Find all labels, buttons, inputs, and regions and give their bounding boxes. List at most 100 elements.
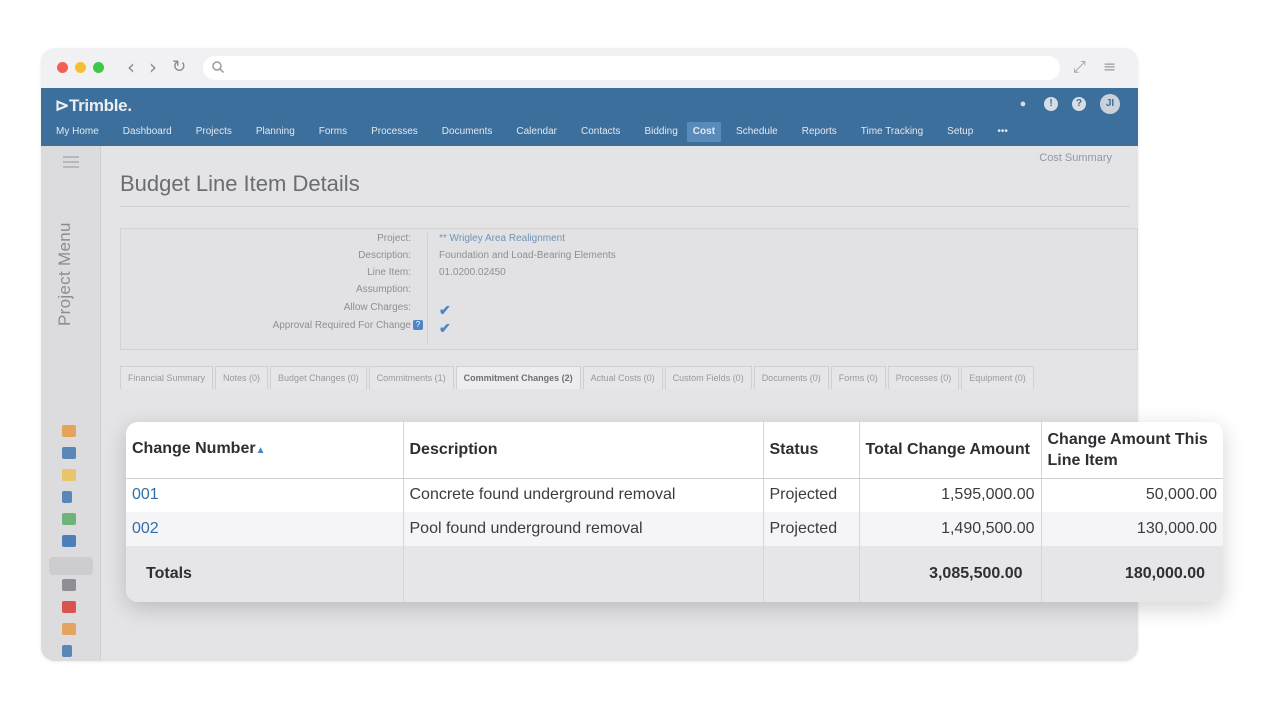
help-icon[interactable]: ?: [1072, 97, 1086, 111]
reload-icon[interactable]: ↻: [172, 56, 186, 78]
hamburger-icon[interactable]: [63, 156, 79, 171]
menu-item[interactable]: Forms: [304, 122, 356, 142]
detail-value: Foundation and Load-Bearing Elements: [439, 250, 616, 261]
search-icon[interactable]: ●: [1016, 97, 1030, 111]
info-icon[interactable]: !: [1044, 97, 1058, 111]
menu-item[interactable]: Documents: [427, 122, 502, 142]
tab[interactable]: Financial Summary: [120, 366, 214, 389]
detail-tabs: Financial Summary Notes (0) Budget Changes…: [120, 366, 1036, 389]
menu-item[interactable]: Calendar: [501, 122, 566, 142]
contacts-icon[interactable]: [62, 623, 76, 635]
briefcase-icon[interactable]: [62, 425, 76, 437]
expand-icon[interactable]: ⤢: [1073, 57, 1086, 77]
menu-item[interactable]: My Home: [41, 122, 108, 142]
tab[interactable]: Custom Fields (0): [664, 366, 752, 389]
project-menu-label[interactable]: Project Menu: [55, 222, 75, 326]
detail-label: Approval Required For Change: [272, 320, 411, 331]
tab[interactable]: Forms (0): [830, 366, 886, 389]
trimble-logo[interactable]: ⊳Trimble.: [55, 96, 132, 116]
detail-label: Project:: [377, 233, 411, 244]
tab[interactable]: Equipment (0): [961, 366, 1034, 389]
header-label: Change Number: [132, 440, 256, 458]
menu-item[interactable]: Bidding: [629, 122, 686, 142]
menu-item[interactable]: Planning: [241, 122, 304, 142]
column-header-status[interactable]: Status: [763, 422, 860, 479]
avatar[interactable]: JI: [1100, 94, 1120, 114]
menu-item[interactable]: Reports: [787, 122, 846, 142]
column-header-change-amount-line-item[interactable]: Change Amount This Line Item: [1041, 422, 1223, 479]
change-number-link[interactable]: 002: [126, 512, 404, 546]
tab[interactable]: Documents (0): [753, 366, 829, 389]
totals-empty-cell: [763, 546, 860, 602]
close-window-button[interactable]: [57, 62, 68, 73]
totals-empty-cell: [403, 546, 764, 602]
title-divider: [120, 206, 1130, 207]
tab[interactable]: Commitment Changes (2): [455, 366, 581, 389]
column-header-description[interactable]: Description: [403, 422, 764, 479]
cost-summary-link[interactable]: Cost Summary: [1039, 152, 1112, 164]
tab[interactable]: Budget Changes (0): [270, 366, 367, 389]
total-change-cell: 1,490,500.00: [859, 512, 1042, 546]
address-bar[interactable]: [203, 56, 1060, 80]
menu-item[interactable]: Setup: [932, 122, 982, 142]
search-icon: [212, 61, 225, 74]
browser-chrome: ‹ › ↻ ⤢ ≡: [41, 48, 1138, 88]
minimize-window-button[interactable]: [75, 62, 86, 73]
project-sidebar: Project Menu: [41, 146, 101, 661]
column-header-total-change-amount[interactable]: Total Change Amount: [859, 422, 1042, 479]
detail-row: Assumption:: [121, 284, 1138, 302]
help-icon[interactable]: ?: [413, 320, 423, 330]
detail-label: Description:: [358, 250, 411, 261]
commitment-changes-card: Change Number▲ Description Status Total …: [126, 422, 1223, 602]
column-header-change-number[interactable]: Change Number▲: [126, 422, 404, 479]
card-icon[interactable]: [62, 579, 76, 591]
menu-item[interactable]: Dashboard: [108, 122, 181, 142]
network-icon[interactable]: [62, 491, 72, 503]
forms-icon[interactable]: [62, 513, 76, 525]
back-icon[interactable]: ‹: [127, 56, 135, 78]
line-amount-cell: 130,000.00: [1041, 512, 1223, 546]
maximize-window-button[interactable]: [93, 62, 104, 73]
top-navigation: ⊳Trimble. ● ! ? JI My Home Dashboard Proje…: [41, 88, 1138, 146]
menu-item[interactable]: Time Tracking: [846, 122, 932, 142]
detail-row: Approval Required For Change? ✔: [121, 320, 1138, 338]
detail-value[interactable]: ** Wrigley Area Realignment: [439, 233, 565, 244]
menu-item[interactable]: Contacts: [566, 122, 629, 142]
tab[interactable]: Actual Costs (0): [582, 366, 663, 389]
menu-item[interactable]: •••: [982, 122, 1017, 142]
total-change-cell: 1,595,000.00: [859, 478, 1042, 512]
menu-item[interactable]: Processes: [356, 122, 427, 142]
check-icon: ✔: [439, 302, 451, 318]
sort-ascending-icon: ▲: [255, 445, 266, 457]
detail-row: Description: Foundation and Load-Bearing …: [121, 250, 1138, 268]
detail-row: Line Item: 01.0200.02450: [121, 267, 1138, 285]
change-number-link[interactable]: 001: [126, 478, 404, 512]
totals-label: Totals: [126, 546, 404, 602]
tab[interactable]: Commitments (1): [368, 366, 454, 389]
menu-item[interactable]: Cost: [686, 122, 722, 142]
cost-icon[interactable]: [49, 557, 93, 575]
check-icon: ✔: [439, 320, 451, 336]
page-title: Budget Line Item Details: [120, 171, 360, 196]
forward-icon[interactable]: ›: [149, 56, 157, 78]
menu-item[interactable]: Schedule: [721, 122, 787, 142]
details-panel: Project: ** Wrigley Area Realignment Descr…: [120, 228, 1138, 350]
status-cell: Projected: [763, 512, 860, 546]
menu-icon[interactable]: ≡: [1103, 57, 1116, 76]
status-cell: Projected: [763, 478, 860, 512]
table-row: 002 Pool found underground removal Proje…: [126, 512, 1223, 546]
totals-line-amount: 180,000.00: [1041, 546, 1223, 602]
detail-label: Line Item:: [367, 267, 411, 278]
folder-icon[interactable]: [62, 447, 76, 459]
tab[interactable]: Notes (0): [215, 366, 269, 389]
menu-item[interactable]: Projects: [181, 122, 241, 142]
document-icon[interactable]: [62, 469, 76, 481]
tab[interactable]: Processes (0): [887, 366, 960, 389]
table-row: 001 Concrete found underground removal P…: [126, 478, 1223, 512]
detail-label: Allow Charges:: [343, 302, 411, 313]
list-icon[interactable]: [62, 535, 76, 547]
tools-icon[interactable]: [62, 645, 72, 657]
detail-value: 01.0200.02450: [439, 267, 506, 278]
calendar-icon[interactable]: [62, 601, 76, 613]
table-header-row: Change Number▲ Description Status Total …: [126, 422, 1223, 479]
